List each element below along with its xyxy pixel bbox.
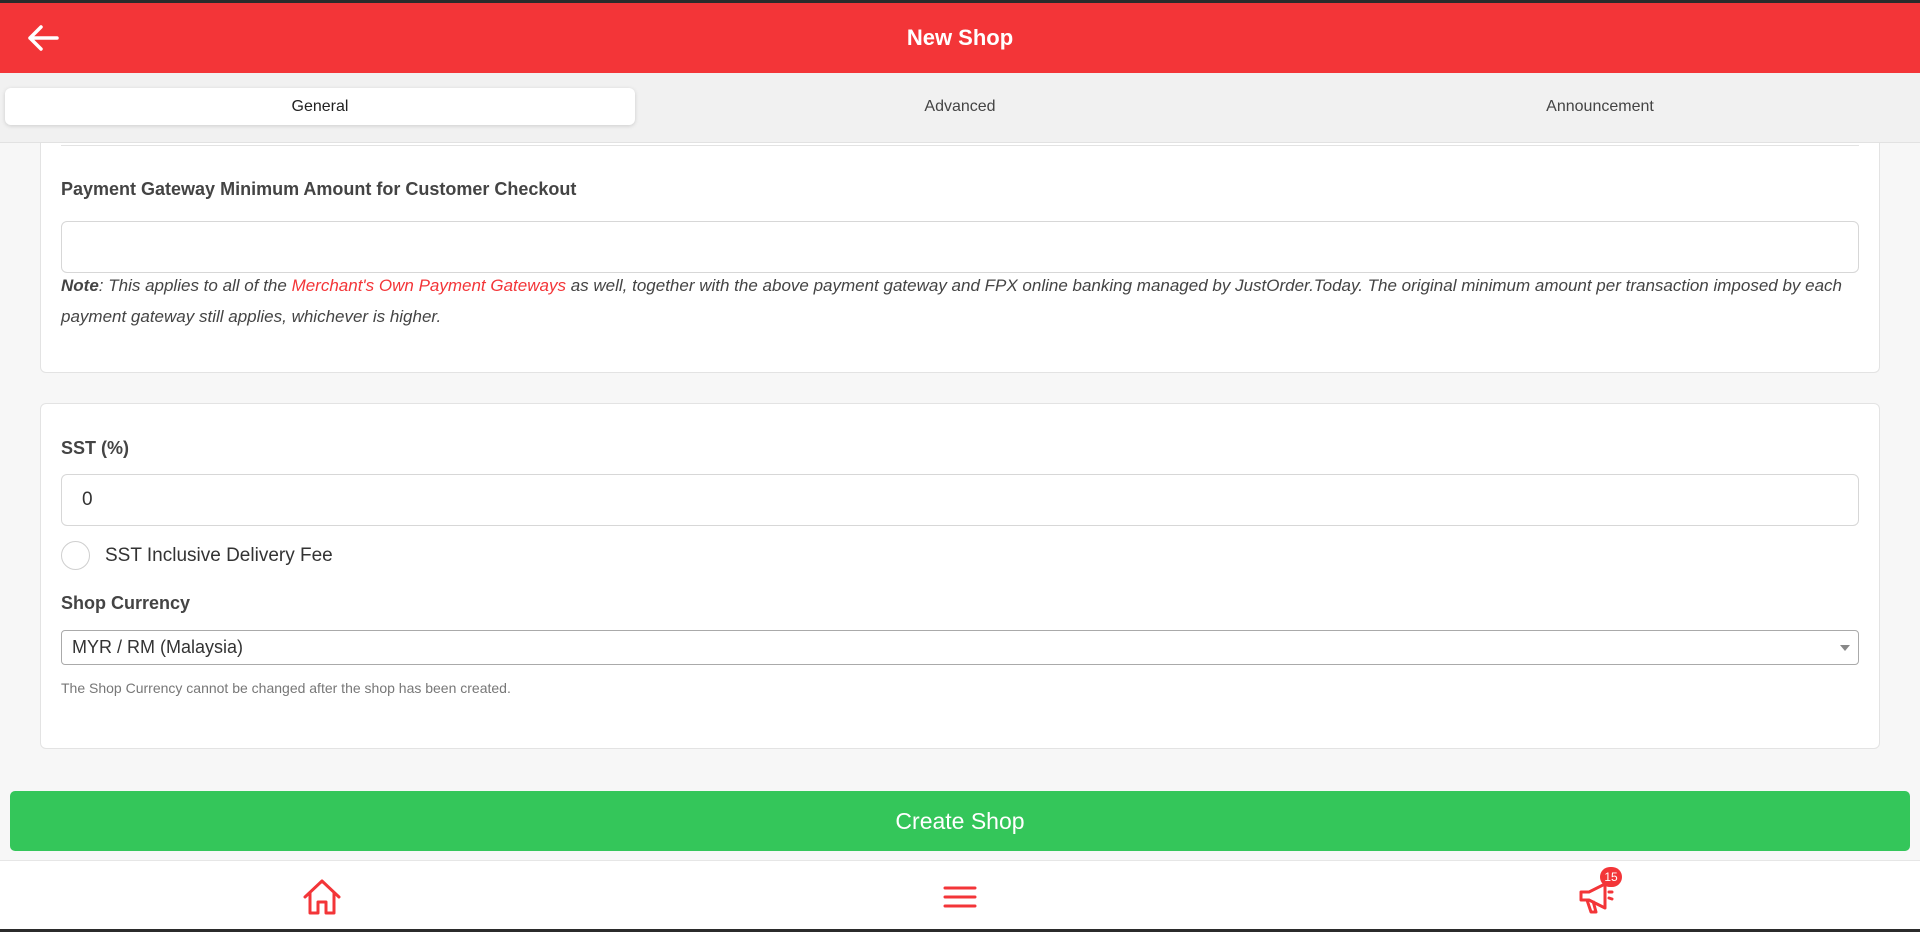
announcement-count-badge: 15 bbox=[1600, 867, 1622, 887]
home-icon bbox=[303, 879, 341, 915]
chevron-down-icon bbox=[1840, 645, 1850, 651]
sst-card: SST (%) 0 SST Inclusive Delivery Fee Sho… bbox=[40, 403, 1880, 749]
nav-home-button[interactable] bbox=[300, 875, 344, 919]
form-content: Payment Gateway Minimum Amount for Custo… bbox=[0, 143, 1920, 770]
tab-announcement[interactable]: Announcement bbox=[1280, 88, 1920, 125]
sst-label: SST (%) bbox=[61, 438, 130, 458]
note-text-1: : This applies to all of the bbox=[98, 276, 292, 295]
bottom-navigation: 15 bbox=[0, 860, 1920, 932]
sst-delivery-checkbox-row[interactable]: SST Inclusive Delivery Fee bbox=[61, 541, 333, 570]
merchant-gateways-link[interactable]: Merchant's Own Payment Gateways bbox=[292, 276, 566, 295]
payment-gateway-card: Payment Gateway Minimum Amount for Custo… bbox=[40, 143, 1880, 373]
back-button[interactable] bbox=[26, 23, 60, 53]
tab-bar: General Advanced Announcement bbox=[0, 73, 1920, 143]
page-title: New Shop bbox=[906, 25, 1014, 50]
sst-delivery-label: SST Inclusive Delivery Fee bbox=[105, 544, 333, 566]
note-prefix: Note bbox=[61, 276, 99, 295]
shop-currency-label: Shop Currency bbox=[61, 593, 191, 613]
sst-delivery-checkbox[interactable] bbox=[61, 541, 90, 570]
nav-announcement-button[interactable]: 15 bbox=[1574, 867, 1622, 919]
payment-note: Note: This applies to all of the Merchan… bbox=[61, 270, 1851, 332]
shop-currency-value: MYR / RM (Malaysia) bbox=[72, 637, 244, 657]
create-shop-button[interactable]: Create Shop bbox=[10, 791, 1910, 851]
payment-minimum-label: Payment Gateway Minimum Amount for Custo… bbox=[61, 179, 577, 199]
payment-minimum-input[interactable] bbox=[61, 221, 1859, 273]
shop-currency-select[interactable]: MYR / RM (Malaysia) bbox=[61, 630, 1859, 665]
shop-currency-help: The Shop Currency cannot be changed afte… bbox=[61, 680, 511, 696]
sst-input[interactable]: 0 bbox=[61, 474, 1859, 526]
nav-menu-button[interactable] bbox=[938, 875, 982, 919]
app-header: New Shop bbox=[0, 3, 1920, 73]
divider bbox=[61, 145, 1859, 146]
tab-general[interactable]: General bbox=[5, 88, 635, 125]
hamburger-menu-icon bbox=[943, 886, 977, 908]
arrow-left-icon bbox=[28, 25, 59, 51]
tab-advanced[interactable]: Advanced bbox=[640, 88, 1280, 125]
